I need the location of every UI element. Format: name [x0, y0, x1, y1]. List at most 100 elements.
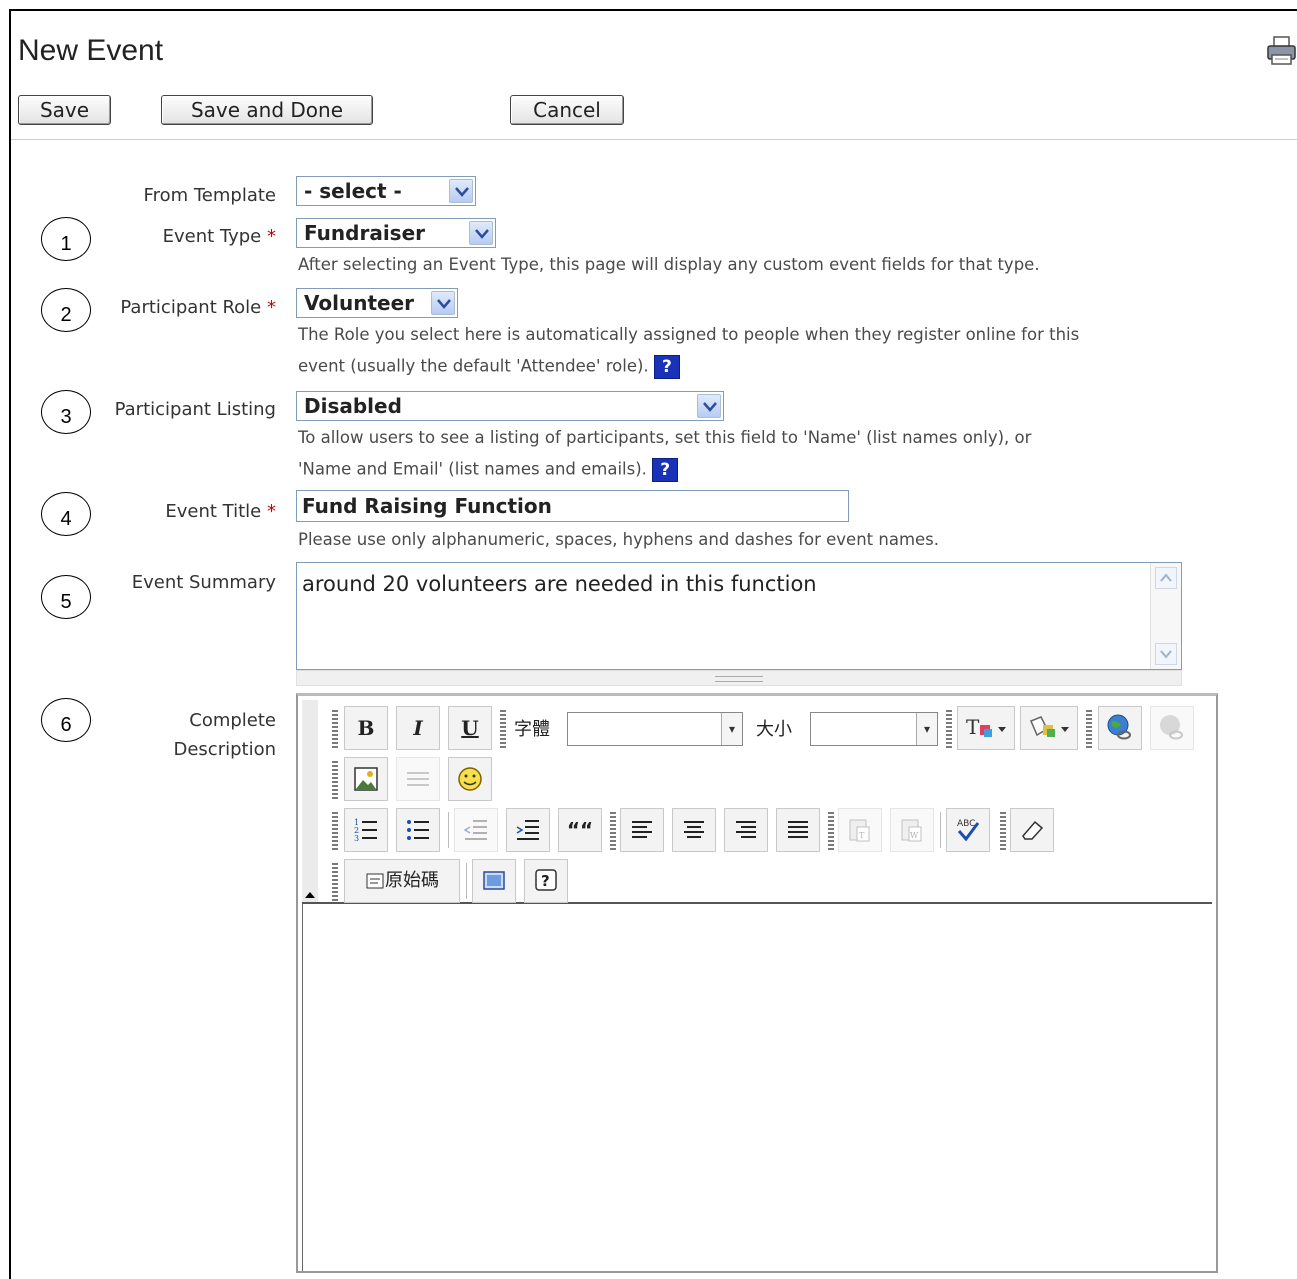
participant-role-help-2: event (usually the default 'Attendee' ro… — [298, 355, 680, 379]
event-title-input[interactable]: Fund Raising Function — [296, 490, 849, 522]
blockquote-button[interactable]: ““ — [558, 808, 602, 852]
toolbar-grip — [332, 710, 338, 748]
font-label: 字體 — [514, 719, 550, 740]
participant-listing-help-1: To allow users to see a listing of parti… — [298, 428, 1032, 447]
annotation-2: 2 — [41, 288, 91, 332]
align-right-button[interactable] — [724, 808, 768, 852]
toolbar-grip — [1000, 812, 1006, 850]
scroll-up-icon[interactable] — [1155, 567, 1177, 589]
textarea-resize-handle[interactable] — [296, 670, 1182, 686]
printer-icon[interactable] — [1266, 36, 1297, 66]
participant-listing-label: Participant Listing — [114, 399, 276, 420]
event-type-select[interactable]: Fundraiser — [296, 218, 496, 248]
spellcheck-button[interactable]: ABC — [946, 808, 990, 852]
indent-button[interactable] — [506, 808, 550, 852]
participant-role-help-1: The Role you select here is automaticall… — [298, 325, 1080, 344]
fullscreen-button[interactable] — [472, 859, 516, 903]
participant-role-select[interactable]: Volunteer — [296, 288, 458, 318]
rich-text-editor[interactable]: B I U 字體 ▾ 大小 ▾ T 1 2 3 ““ T W ABC 原始碼 ? — [296, 693, 1218, 1273]
help-button[interactable]: ? — [524, 859, 568, 903]
svg-text:ABC: ABC — [957, 819, 975, 829]
participant-listing-select[interactable]: Disabled — [296, 391, 724, 421]
toolbar-grip — [828, 812, 834, 850]
chevron-down-icon — [697, 394, 721, 418]
toolbar-grip — [946, 710, 952, 748]
toolbar-grip — [610, 812, 616, 850]
toolbar-grip — [1086, 710, 1092, 748]
from-template-select[interactable]: - select - — [296, 176, 476, 206]
participant-listing-help-2: 'Name and Email' (list names and emails)… — [298, 458, 679, 482]
event-title-label: Event Title * — [165, 501, 276, 522]
horizontal-rule-button[interactable] — [396, 757, 440, 801]
toolbar-divider — [11, 139, 1297, 140]
source-icon — [366, 873, 384, 889]
annotation-6: 6 — [41, 698, 91, 742]
bullet-list-button[interactable] — [396, 808, 440, 852]
event-type-value: Fundraiser — [304, 221, 426, 245]
smiley-icon[interactable] — [448, 757, 492, 801]
source-button[interactable]: 原始碼 — [344, 859, 460, 903]
underline-button[interactable]: U — [448, 706, 492, 750]
participant-listing-value: Disabled — [304, 394, 402, 418]
svg-text:T: T — [859, 831, 865, 840]
editor-content-area[interactable] — [302, 904, 1216, 1271]
outdent-button[interactable] — [454, 808, 498, 852]
page-title: New Event — [18, 34, 164, 67]
chevron-down-icon — [449, 179, 473, 203]
textarea-scrollbar[interactable] — [1150, 563, 1181, 669]
toolbar-separator — [448, 812, 449, 848]
event-summary-value: around 20 volunteers are needed in this … — [302, 572, 817, 596]
annotation-5: 5 — [41, 575, 91, 619]
svg-text:3: 3 — [354, 834, 359, 843]
chevron-down-icon: ▾ — [916, 713, 937, 745]
grip-icon — [715, 676, 763, 682]
event-type-help: After selecting an Event Type, this page… — [298, 255, 1040, 274]
background-color-button[interactable] — [1020, 706, 1078, 750]
event-summary-label: Event Summary — [131, 572, 276, 593]
participant-role-value: Volunteer — [304, 291, 415, 315]
help-icon[interactable]: ? — [653, 355, 680, 379]
event-summary-textarea[interactable]: around 20 volunteers are needed in this … — [296, 562, 1182, 670]
bold-button[interactable]: B — [344, 706, 388, 750]
toolbar-grip — [332, 863, 338, 901]
event-title-value: Fund Raising Function — [302, 494, 552, 518]
insert-image-button[interactable] — [344, 757, 388, 801]
from-template-value: - select - — [304, 179, 402, 203]
annotation-1: 1 — [41, 217, 91, 261]
from-template-label: From Template — [143, 185, 276, 206]
size-label: 大小 — [756, 719, 792, 740]
save-and-done-button[interactable]: Save and Done — [161, 95, 373, 125]
text-color-button[interactable]: T — [957, 706, 1015, 750]
help-icon[interactable]: ? — [652, 458, 679, 482]
editor-toolbar: B I U 字體 ▾ 大小 ▾ T 1 2 3 ““ T W ABC 原始碼 ? — [302, 700, 1212, 904]
font-select[interactable]: ▾ — [567, 712, 743, 746]
paste-text-button[interactable]: T — [838, 808, 882, 852]
scroll-down-icon[interactable] — [1155, 643, 1177, 665]
svg-text:T: T — [966, 715, 980, 739]
align-center-button[interactable] — [672, 808, 716, 852]
numbered-list-button[interactable]: 123 — [344, 808, 388, 852]
chevron-down-icon — [469, 221, 493, 245]
svg-text:W: W — [910, 831, 919, 840]
annotation-3: 3 — [41, 390, 91, 434]
paste-word-button[interactable]: W — [890, 808, 934, 852]
insert-link-button[interactable] — [1098, 706, 1142, 750]
cancel-button[interactable]: Cancel — [510, 95, 624, 125]
toolbar-separator — [940, 812, 941, 848]
justify-button[interactable] — [776, 808, 820, 852]
align-left-button[interactable] — [620, 808, 664, 852]
participant-role-label: Participant Role * — [120, 297, 276, 318]
toolbar-grip — [332, 761, 338, 799]
chevron-down-icon: ▾ — [721, 713, 742, 745]
toolbar-collapse-bar[interactable] — [302, 700, 318, 902]
italic-button[interactable]: I — [396, 706, 440, 750]
toolbar-grip — [332, 812, 338, 850]
toolbar-grip — [500, 710, 506, 748]
eraser-icon[interactable] — [1010, 808, 1054, 852]
save-button[interactable]: Save — [18, 95, 111, 125]
toolbar-separator — [466, 863, 467, 899]
chevron-down-icon — [431, 291, 455, 315]
complete-description-label: Complete Description — [173, 710, 276, 760]
size-select[interactable]: ▾ — [810, 712, 938, 746]
unlink-button[interactable] — [1150, 706, 1194, 750]
